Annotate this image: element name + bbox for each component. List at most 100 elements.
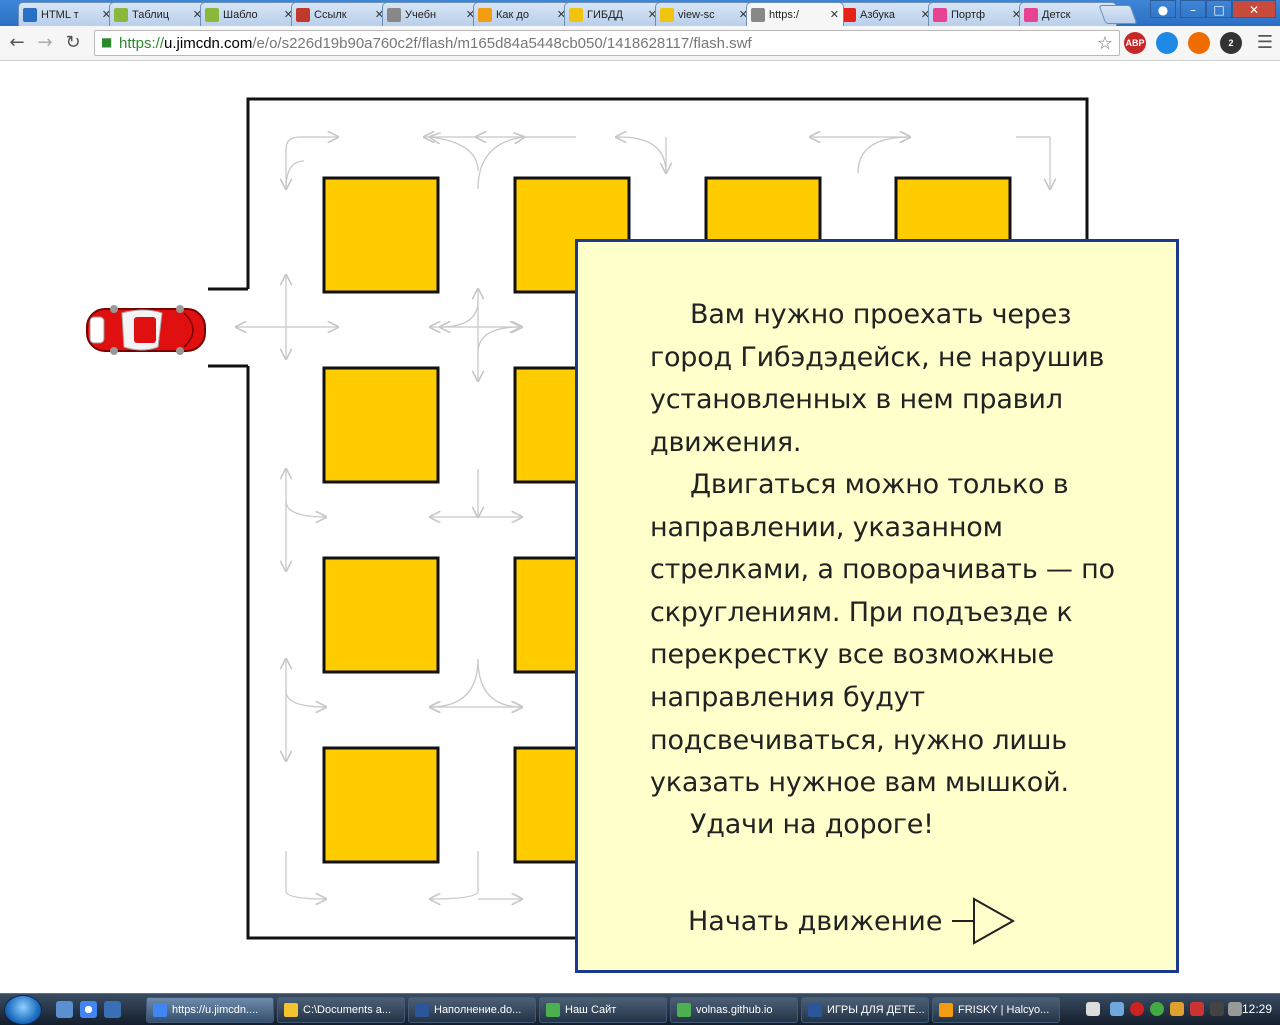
tab-label: Азбука [860,8,895,21]
taskbar-item-label: https://u.jimcdn.... [172,1004,259,1016]
app-icon [415,1003,429,1017]
browser-toolbar: ← → ↻ ■ https://u.jimcdn.com/e/o/s226d19… [0,26,1280,61]
instructions-dialog: Вам нужно проехать через город Гибэдэдей… [575,239,1179,973]
browser-tab[interactable]: Учебн ✕ [382,2,480,26]
extension-icon[interactable] [1156,32,1178,54]
start-orb-icon[interactable] [4,995,42,1025]
flash-game: Вам нужно проехать через город Гибэдэдей… [0,61,1280,993]
tab-label: Портф [951,8,985,21]
taskbar-item[interactable]: volnas.github.io [670,997,798,1023]
tab-label: Ссылк [314,8,347,21]
intro-paragraph: Вам нужно проехать через город Гибэдэдей… [650,299,1105,458]
tab-strip: HTML т ✕ Таблиц ✕ Шабло ✕ Ссылк ✕ Учебн ✕ Как до ✕ Г… [0,0,1280,26]
extension-icon[interactable]: 2 [1220,32,1242,54]
extension-icon[interactable]: ABP [1124,32,1146,54]
taskbar-item[interactable]: ИГРЫ ДЛЯ ДЕТЕ... [801,997,929,1023]
shield-icon[interactable] [1190,1002,1204,1016]
city-block [322,366,440,484]
chrome-icon[interactable] [80,1001,97,1018]
tab-label: HTML т [41,8,79,21]
taskbar-item[interactable]: https://u.jimcdn.... [146,997,274,1023]
browser-tab[interactable]: Портф ✕ [928,2,1026,26]
browser-tab[interactable]: view-sc ✕ [655,2,753,26]
profile-button[interactable]: ● [1150,0,1176,18]
sprout-icon [114,7,128,22]
city-block [322,556,440,674]
browser-tab[interactable]: ГИБДД ✕ [564,2,662,26]
car-icon [86,305,206,355]
city-block [322,176,440,294]
switch-windows-icon[interactable] [104,1001,121,1018]
browser-tab[interactable]: Шабло ✕ [200,2,298,26]
taskbar-item-label: FRISKY | Halcyo... [958,1004,1050,1016]
clock[interactable]: 12:29 [1242,1002,1272,1016]
new-tab-button[interactable] [1098,5,1138,24]
browser-tab[interactable]: Ссылк ✕ [291,2,389,26]
lock-icon: ■ [101,35,113,49]
utorrent-icon[interactable] [1150,1002,1164,1016]
app-icon [284,1003,298,1017]
app-icon [808,1003,822,1017]
tab-label: ГИБДД [587,8,623,21]
sun-icon [660,7,674,22]
taskbar-item[interactable]: Наполнение.do... [408,997,536,1023]
volume-icon[interactable] [1228,1002,1242,1016]
security-icon[interactable] [1170,1002,1184,1016]
url-text[interactable]: https://u.jimcdn.com/e/o/s226d19b90a760c… [119,35,752,52]
network-icon[interactable] [1110,1002,1124,1016]
sitemap-icon [23,7,37,22]
direction-arrow [286,160,305,189]
tab-label: Как до [496,8,529,21]
direction-arrow [440,300,479,327]
show-desktop-icon[interactable] [56,1001,73,1018]
play-arrow-icon [952,897,1016,945]
keyboard-layout-icon[interactable] [1086,1002,1100,1016]
direction-arrow [285,500,326,517]
close-window-button[interactable]: ✕ [1232,0,1276,18]
back-icon[interactable]: ← [6,32,28,54]
page-icon [751,7,765,22]
direction-arrow [285,690,326,707]
sprout-icon [205,7,219,22]
forward-icon[interactable]: → [34,32,56,54]
city-block [322,746,440,864]
flower-icon [933,7,947,22]
direction-arrow [430,137,479,172]
direction-arrow [285,851,326,899]
address-bar[interactable]: ■ https://u.jimcdn.com/e/o/s226d19b90a76… [94,30,1120,56]
minimize-button[interactable]: – [1180,0,1206,18]
app-icon [153,1003,167,1017]
reload-icon[interactable]: ↻ [62,32,84,54]
app-icon [677,1003,691,1017]
browser-tab[interactable]: https:/ ✕ [746,2,844,26]
taskbar-item-label: Наполнение.do... [434,1004,522,1016]
circle-icon [478,7,492,22]
browser-tab[interactable]: Как до ✕ [473,2,571,26]
tab-label: Шабло [223,8,258,21]
taskbar-item[interactable]: C:\Documents a... [277,997,405,1023]
direction-arrow [1016,136,1050,189]
browser-tab[interactable]: HTML т ✕ [18,2,116,26]
close-tab-icon[interactable]: ✕ [830,8,839,21]
maximize-button[interactable]: □ [1206,0,1232,18]
taskbar-item[interactable]: FRISKY | Halcyo... [932,997,1060,1023]
taskbar-item[interactable]: Наш Сайт [539,997,667,1023]
direction-arrow [857,137,910,174]
opera-icon[interactable] [1130,1002,1144,1016]
taskbar-item-label: Наш Сайт [565,1004,617,1016]
letter-a-icon [296,7,310,22]
flower-icon [1024,7,1038,22]
intro-paragraph: Удачи на дороге! [690,809,934,840]
battery-icon[interactable] [1210,1002,1224,1016]
sun-icon [569,7,583,22]
intro-paragraph: Двигаться можно только в направлении, ук… [650,469,1115,799]
menu-icon[interactable]: ☰ [1254,32,1276,54]
youtube-icon [842,7,856,22]
bookmark-star-icon[interactable]: ☆ [1097,33,1113,54]
start-button-label: Начать движение [688,905,943,937]
taskbar-item-label: C:\Documents a... [303,1004,392,1016]
extension-icon[interactable] [1188,32,1210,54]
browser-tab[interactable]: Азбука ✕ [837,2,935,26]
browser-tab[interactable]: Таблиц ✕ [109,2,207,26]
start-button[interactable]: Начать движение [688,896,1016,946]
